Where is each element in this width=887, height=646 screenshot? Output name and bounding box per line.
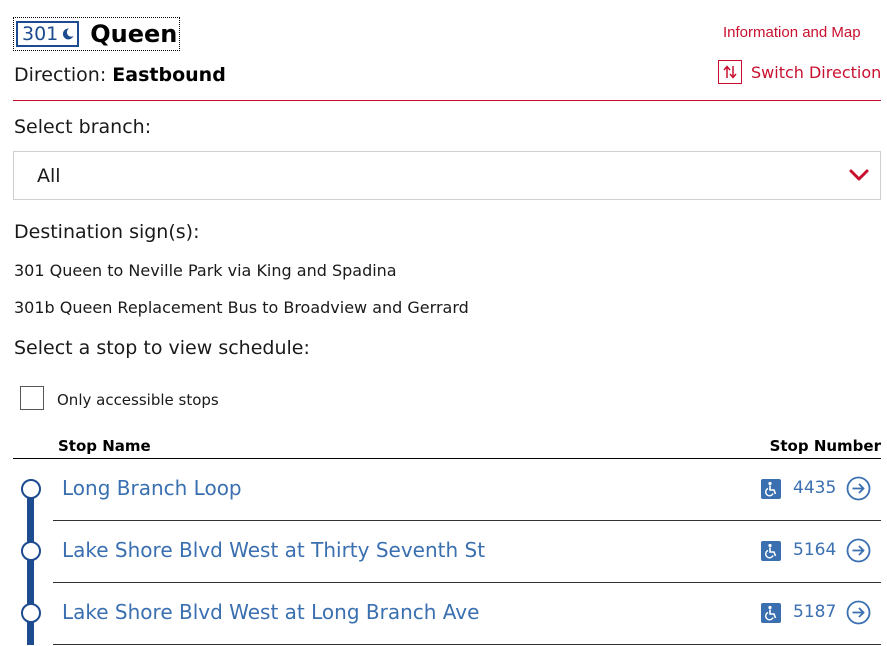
- stop-number-link[interactable]: 4435: [793, 478, 836, 498]
- route-badge: 301 Queen: [13, 17, 181, 51]
- stop-name-link[interactable]: Lake Shore Blvd West at Long Branch Ave: [62, 600, 479, 624]
- wheelchair-accessible-icon: [761, 603, 781, 623]
- route-number-badge: 301: [16, 21, 80, 47]
- branch-select[interactable]: All: [13, 151, 881, 200]
- switch-direction-link[interactable]: Switch Direction: [718, 60, 881, 84]
- destination-signs-label: Destination sign(s):: [14, 221, 200, 243]
- arrow-right-circle-icon[interactable]: [846, 600, 871, 625]
- direction-label: Direction:: [14, 64, 107, 86]
- stop-name-link[interactable]: Long Branch Loop: [62, 476, 242, 500]
- stop-marker-icon: [21, 603, 41, 623]
- accessible-stops-checkbox[interactable]: [20, 386, 44, 410]
- wheelchair-accessible-icon: [761, 541, 781, 561]
- stop-marker-icon: [21, 541, 41, 561]
- switch-direction-label: Switch Direction: [751, 62, 882, 82]
- stop-row[interactable]: Long Branch Loop 4435: [13, 460, 881, 522]
- stop-number-link[interactable]: 5164: [793, 540, 836, 560]
- destination-sign: 301 Queen to Neville Park via King and S…: [14, 261, 397, 280]
- stop-row[interactable]: Lake Shore Blvd West at Thirty Seventh S…: [13, 522, 881, 584]
- stop-row-divider: [53, 582, 881, 583]
- route-name: Queen: [90, 20, 178, 48]
- stop-marker-icon: [21, 479, 41, 499]
- select-stop-label: Select a stop to view schedule:: [14, 337, 310, 359]
- header-divider: [13, 100, 881, 101]
- stop-number-link[interactable]: 5187: [793, 602, 836, 622]
- stop-name-link[interactable]: Lake Shore Blvd West at Thirty Seventh S…: [62, 538, 485, 562]
- table-header-divider: [13, 458, 881, 459]
- branch-label: Select branch:: [14, 116, 152, 138]
- column-header-stop-number: Stop Number: [769, 437, 881, 455]
- destination-sign: 301b Queen Replacement Bus to Broadview …: [14, 298, 469, 317]
- branch-selected-value: All: [37, 165, 61, 187]
- information-and-map-link[interactable]: Information and Map: [723, 24, 861, 41]
- arrow-right-circle-icon[interactable]: [846, 538, 871, 563]
- route-number: 301: [22, 23, 59, 45]
- moon-icon: [63, 28, 74, 40]
- accessible-stops-label: Only accessible stops: [57, 391, 219, 409]
- wheelchair-accessible-icon: [761, 479, 781, 499]
- direction: Direction: Eastbound: [14, 64, 226, 86]
- chevron-down-icon: [849, 169, 869, 181]
- direction-value: Eastbound: [112, 64, 226, 86]
- swap-arrows-icon: [718, 60, 742, 84]
- stop-row-divider: [53, 520, 881, 521]
- column-header-stop-name: Stop Name: [58, 437, 151, 455]
- arrow-right-circle-icon[interactable]: [846, 476, 871, 501]
- stop-row[interactable]: Lake Shore Blvd West at Long Branch Ave …: [13, 584, 881, 646]
